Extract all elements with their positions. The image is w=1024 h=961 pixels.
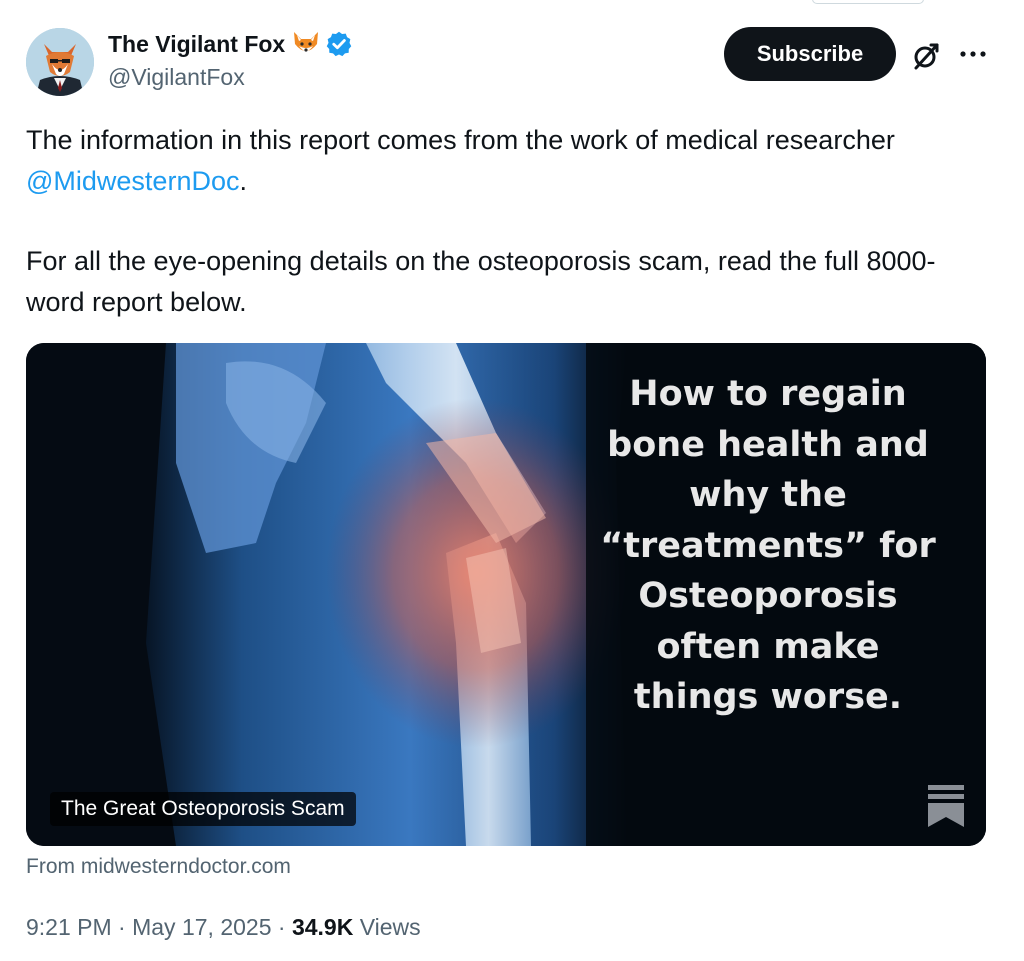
- post-text: The information in this report comes fro…: [26, 120, 986, 322]
- meta-separator: ·: [111, 914, 133, 940]
- avatar[interactable]: [26, 28, 94, 96]
- mention-link[interactable]: @MidwesternDoc: [26, 166, 239, 196]
- grok-icon[interactable]: [910, 40, 942, 72]
- card-overlay-text: How to regain bone health and why the “t…: [598, 369, 938, 723]
- post-meta: 9:21 PM · May 17, 2025 · 34.9K Views: [26, 914, 421, 941]
- subscribe-button[interactable]: Subscribe: [724, 27, 896, 81]
- post-text-part: The information in this report comes fro…: [26, 125, 895, 155]
- overlay-line: often make: [656, 626, 880, 667]
- top-partial-button[interactable]: [812, 0, 924, 4]
- more-options-icon[interactable]: [956, 40, 990, 68]
- post-date[interactable]: May 17, 2025: [132, 914, 271, 941]
- author-name-row[interactable]: The Vigilant Fox: [108, 28, 353, 60]
- fox-face-icon: [291, 30, 321, 58]
- post-paragraph-1: The information in this report comes fro…: [26, 120, 986, 201]
- views-label: Views: [359, 914, 421, 940]
- card-title[interactable]: The Great Osteoporosis Scam: [50, 792, 356, 826]
- views-count: 34.9K: [291, 914, 354, 940]
- tweet: The Vigilant Fox @VigilantFox Subscribe: [0, 0, 1024, 961]
- post-paragraph-2: For all the eye-opening details on the o…: [26, 246, 936, 317]
- post-text-part: .: [239, 165, 247, 196]
- overlay-line: bone health and: [607, 424, 929, 465]
- overlay-line: why the: [689, 475, 847, 515]
- link-card[interactable]: How to regain bone health and why the “t…: [26, 343, 986, 846]
- overlay-line: “treatments” for: [600, 525, 936, 566]
- overlay-line: things worse.: [633, 677, 903, 717]
- verified-badge-icon[interactable]: [325, 30, 353, 58]
- post-time[interactable]: 9:21 PM: [26, 914, 112, 941]
- display-name[interactable]: The Vigilant Fox: [108, 31, 285, 58]
- overlay-line: How to regain: [629, 374, 907, 414]
- overlay-line: Osteoporosis: [638, 576, 898, 616]
- card-source[interactable]: From midwesterndoctor.com: [26, 855, 291, 879]
- author-handle[interactable]: @VigilantFox: [108, 64, 245, 91]
- substack-bookmark-icon: [928, 785, 964, 827]
- meta-separator: ·: [271, 914, 292, 940]
